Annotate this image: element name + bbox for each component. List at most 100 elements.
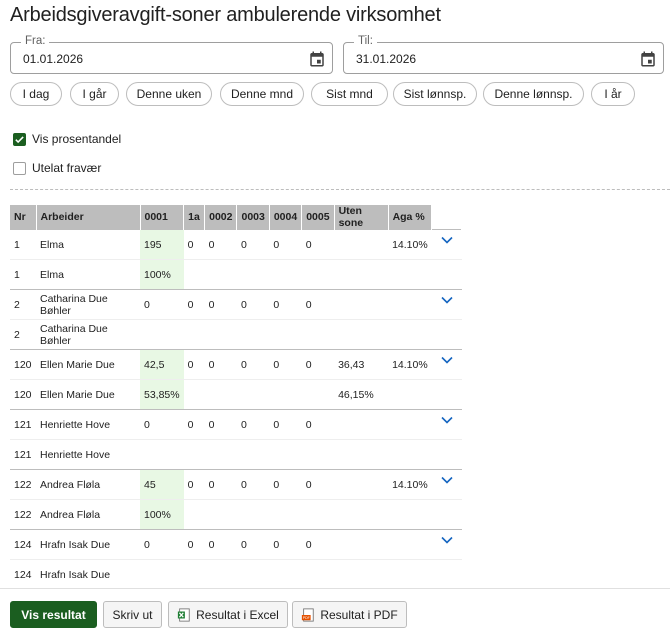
cell-zone-0002: 0 (204, 529, 237, 560)
chevron-down-icon[interactable] (441, 236, 453, 244)
cell-aga-percent (388, 559, 432, 590)
col-header-no-zone[interactable]: Uten sone (334, 205, 389, 230)
table-row: 120 Ellen Marie Due 42,5 0 0 0 0 0 36,43 14.10% (10, 349, 462, 380)
excel-icon (178, 607, 190, 622)
cell-no-zone (334, 409, 389, 440)
cell-nr: 120 (10, 379, 36, 410)
show-percent-checkbox[interactable] (13, 132, 26, 146)
pdf-icon: PDF (302, 607, 314, 622)
cell-zone-1a: 0 (183, 409, 205, 440)
calendar-icon[interactable] (308, 50, 326, 68)
table-row: 121 Henriette Hove 0 0 0 0 0 0 (10, 409, 462, 440)
chip-yesterday[interactable]: I går (70, 82, 119, 106)
cell-no-zone (334, 319, 389, 350)
date-to-label: Til: (354, 35, 377, 47)
expand-cell (431, 439, 462, 470)
chip-this-year[interactable]: I år (591, 82, 635, 106)
cell-aga-percent (388, 409, 432, 440)
print-button[interactable]: Skriv ut (103, 601, 162, 628)
chevron-down-icon[interactable] (441, 536, 453, 544)
cell-no-zone (334, 439, 389, 470)
col-header-0001[interactable]: 0001 (140, 205, 185, 230)
col-header-worker[interactable]: Arbeider (36, 205, 141, 230)
exclude-absence-option[interactable]: Utelat fravær (13, 161, 101, 175)
cell-zone-0003: 0 (236, 289, 270, 320)
cell-zone-0002: 0 (204, 409, 237, 440)
cell-no-zone (334, 259, 389, 290)
chevron-down-icon[interactable] (441, 296, 453, 304)
cell-zone-0003 (236, 499, 270, 530)
cell-nr: 122 (10, 499, 36, 530)
excel-button[interactable]: Resultat i Excel (168, 601, 288, 628)
show-result-button[interactable]: Vis resultat (10, 601, 97, 628)
col-header-0005[interactable]: 0005 (301, 205, 335, 230)
cell-zone-0001: 195 (140, 229, 184, 260)
cell-zone-0005 (301, 439, 335, 470)
chip-today[interactable]: I dag (10, 82, 62, 106)
chip-last-month[interactable]: Sist mnd (311, 82, 388, 106)
chevron-down-icon[interactable] (441, 356, 453, 364)
cell-zone-0002 (204, 439, 237, 470)
cell-zone-0005: 0 (301, 289, 335, 320)
cell-aga-percent (388, 319, 432, 350)
pdf-button[interactable]: PDF Resultat i PDF (292, 601, 407, 628)
cell-zone-1a: 0 (183, 229, 205, 260)
date-from-field[interactable]: Fra: 01.01.2026 (10, 35, 333, 74)
cell-zone-0001 (140, 439, 184, 470)
cell-zone-0001: 100% (140, 499, 184, 530)
cell-zone-0005: 0 (301, 229, 335, 260)
cell-zone-0004 (269, 559, 302, 590)
cell-aga-percent (388, 529, 432, 560)
chip-this-week[interactable]: Denne uken (126, 82, 212, 106)
cell-worker: Catharina Due Bøhler (36, 289, 140, 320)
cell-zone-0004: 0 (269, 469, 302, 500)
cell-worker: Ellen Marie Due (36, 379, 140, 410)
calendar-icon[interactable] (639, 50, 657, 68)
cell-zone-0005 (301, 499, 335, 530)
cell-worker: Andrea Fløla (36, 469, 140, 500)
cell-zone-0005: 0 (301, 349, 335, 380)
date-to-field[interactable]: Til: 31.01.2026 (343, 35, 664, 74)
cell-aga-percent (388, 259, 432, 290)
chevron-down-icon[interactable] (441, 416, 453, 424)
cell-zone-0005: 0 (301, 529, 335, 560)
expand-cell (431, 559, 462, 590)
cell-aga-percent (388, 439, 432, 470)
cell-zone-0004 (269, 379, 302, 410)
chip-last-pay-period[interactable]: Sist lønnsp. (393, 82, 477, 106)
show-percent-option[interactable]: Vis prosentandel (13, 132, 121, 146)
table-row-percent: 2 Catharina Due Bøhler (10, 319, 462, 350)
date-to-value[interactable]: 31.01.2026 (356, 52, 416, 66)
cell-worker: Hrafn Isak Due (36, 529, 140, 560)
chevron-down-icon[interactable] (441, 476, 453, 484)
cell-zone-0005 (301, 319, 335, 350)
cell-nr: 121 (10, 409, 36, 440)
date-from-value[interactable]: 01.01.2026 (23, 52, 83, 66)
col-header-0002[interactable]: 0002 (204, 205, 238, 230)
check-icon (15, 135, 24, 143)
col-header-0004[interactable]: 0004 (269, 205, 303, 230)
expand-cell (431, 499, 462, 530)
cell-zone-0001: 100% (140, 259, 184, 290)
col-header-aga-percent[interactable]: Aga % (388, 205, 433, 230)
cell-nr: 1 (10, 229, 36, 260)
cell-no-zone: 46,15% (334, 379, 389, 410)
exclude-absence-checkbox[interactable] (13, 161, 26, 175)
expand-cell (431, 469, 462, 500)
chip-this-month[interactable]: Denne mnd (220, 82, 304, 106)
exclude-absence-label: Utelat fravær (32, 161, 102, 175)
col-header-1a[interactable]: 1a (183, 205, 206, 230)
cell-zone-1a (183, 559, 205, 590)
cell-zone-0002 (204, 259, 237, 290)
cell-zone-0002: 0 (204, 349, 237, 380)
col-header-nr[interactable]: Nr (10, 205, 37, 230)
cell-zone-0002: 0 (204, 469, 237, 500)
cell-no-zone (334, 529, 389, 560)
pdf-button-label: Resultat i PDF (320, 607, 398, 622)
cell-zone-0004: 0 (269, 409, 302, 440)
cell-nr: 121 (10, 439, 36, 470)
cell-zone-0004 (269, 499, 302, 530)
chip-this-pay-period[interactable]: Denne lønnsp. (483, 82, 584, 106)
col-header-0003[interactable]: 0003 (236, 205, 270, 230)
table-row-percent: 124 Hrafn Isak Due (10, 559, 462, 590)
